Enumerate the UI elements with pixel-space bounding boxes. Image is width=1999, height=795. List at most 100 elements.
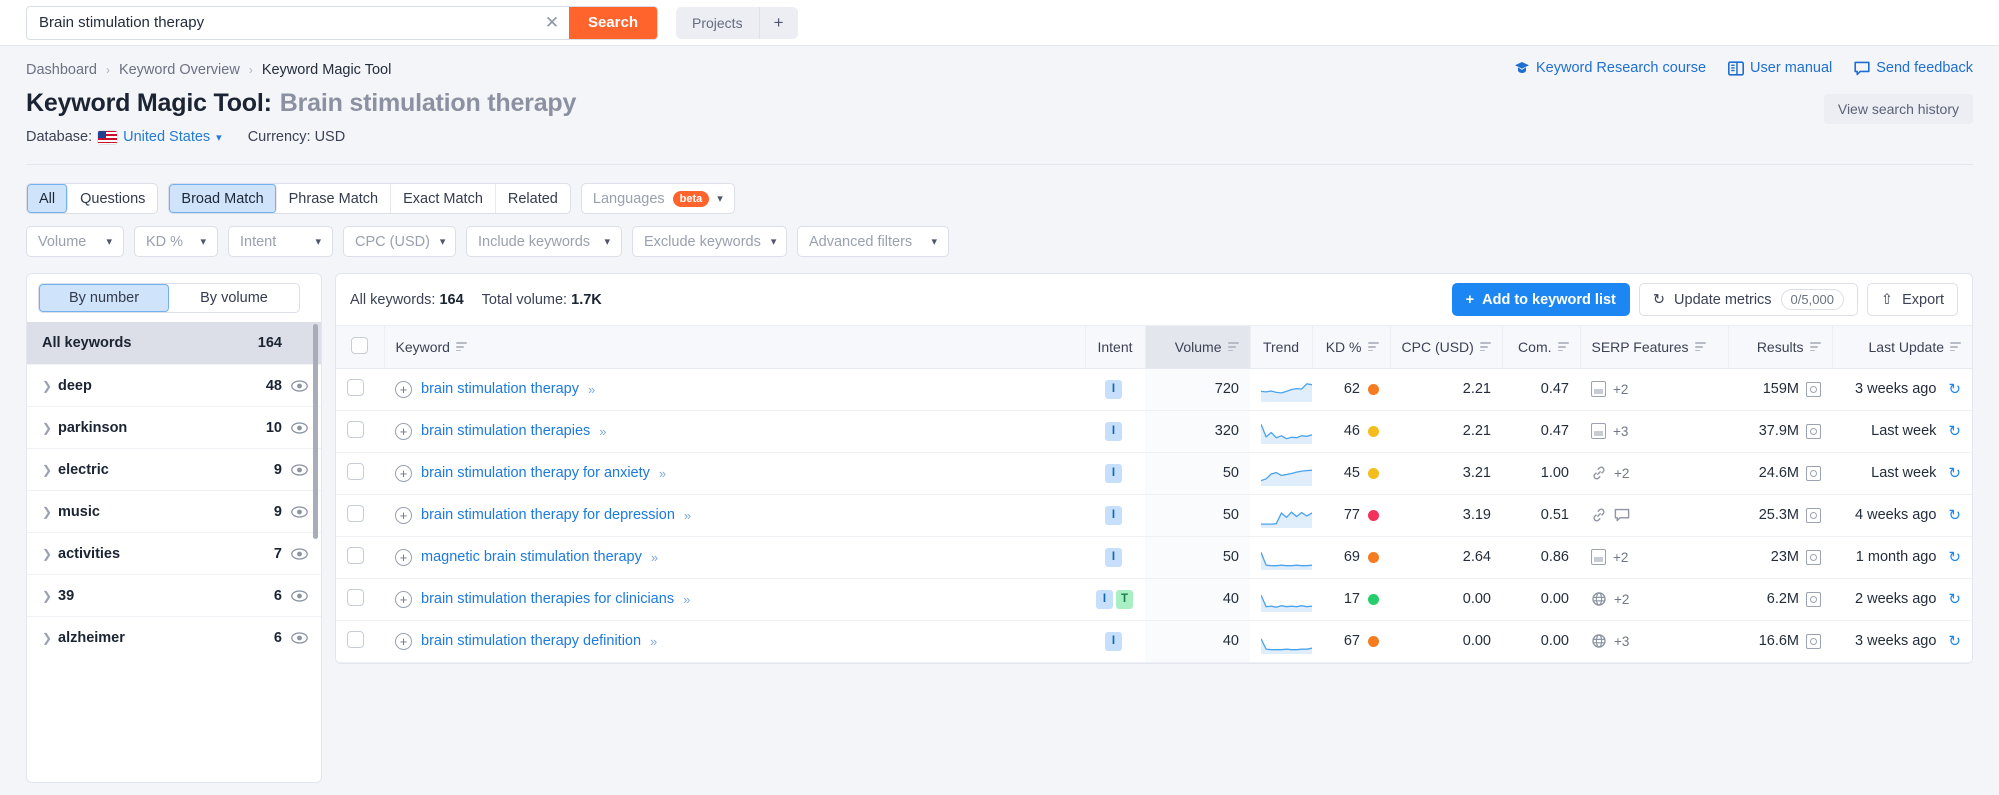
sort-icon[interactable] [1694, 340, 1706, 354]
database-value[interactable]: United States [123, 129, 210, 145]
projects-button[interactable]: Projects [676, 6, 760, 39]
eye-icon[interactable] [291, 419, 308, 436]
row-checkbox[interactable] [347, 588, 364, 606]
search-button[interactable]: Search [568, 6, 657, 39]
search-input[interactable] [27, 6, 535, 39]
sort-icon[interactable] [1809, 340, 1821, 354]
export-button[interactable]: ⇧ Export [1866, 283, 1958, 316]
select-all-checkbox[interactable] [351, 336, 369, 354]
tab-phrase-match[interactable]: Phrase Match [277, 184, 392, 213]
keyword-link[interactable]: brain stimulation therapy definition [421, 633, 641, 649]
expand-keyword-icon[interactable]: » [651, 550, 658, 565]
column-header-cpc[interactable]: CPC (USD) [1390, 326, 1503, 369]
eye-icon[interactable] [291, 545, 308, 562]
row-checkbox[interactable] [347, 378, 364, 396]
eye-icon[interactable] [291, 503, 308, 520]
row-checkbox[interactable] [347, 420, 364, 438]
eye-icon[interactable] [291, 461, 308, 478]
toggle-by-volume[interactable]: By volume [169, 284, 299, 312]
eye-icon[interactable] [291, 377, 308, 394]
table-row[interactable]: + brain stimulation therapies » I 320 46 2.21 0… [336, 410, 1972, 453]
database-selector[interactable]: Database: United States ▾ [26, 129, 222, 145]
table-row[interactable]: + magnetic brain stimulation therapy » I 50 6… [336, 536, 1972, 579]
column-header-volume[interactable]: Volume [1145, 326, 1251, 369]
refresh-icon[interactable]: ↻ [1948, 506, 1961, 524]
filter-intent[interactable]: Intent ▾ [228, 226, 333, 257]
refresh-icon[interactable]: ↻ [1948, 422, 1961, 440]
sort-icon[interactable] [455, 340, 467, 354]
sort-icon[interactable] [1950, 340, 1961, 354]
row-checkbox[interactable] [347, 462, 364, 480]
sidebar-scrollbar[interactable] [313, 324, 318, 539]
expand-keyword-icon[interactable]: » [659, 466, 666, 481]
add-keyword-icon[interactable]: + [395, 380, 412, 398]
table-row[interactable]: + brain stimulation therapy » I 720 62 2.21 0.4… [336, 368, 1972, 411]
keyword-link[interactable]: magnetic brain stimulation therapy [421, 549, 642, 565]
view-serp-icon[interactable] [1806, 423, 1821, 439]
languages-dropdown[interactable]: Languages beta ▾ [580, 183, 735, 214]
view-serp-icon[interactable] [1806, 591, 1821, 607]
filter-advanced[interactable]: Advanced filters ▾ [797, 226, 949, 257]
table-row[interactable]: + brain stimulation therapy for anxiety » I… [336, 452, 1972, 495]
eye-icon[interactable] [291, 629, 308, 646]
expand-keyword-icon[interactable]: » [599, 424, 606, 439]
breadcrumb-item-dashboard[interactable]: Dashboard [26, 62, 97, 78]
filter-volume[interactable]: Volume ▾ [26, 226, 124, 257]
clear-search-icon[interactable]: ✕ [535, 7, 569, 39]
tab-broad-match[interactable]: Broad Match [169, 184, 277, 213]
sidebar-item-electric[interactable]: ❯ electric 9 [27, 448, 321, 490]
refresh-icon[interactable]: ↻ [1948, 632, 1961, 650]
sidebar-item-39[interactable]: ❯ 39 6 [27, 574, 321, 616]
tab-all[interactable]: All [27, 184, 69, 213]
expand-keyword-icon[interactable]: » [650, 634, 657, 649]
view-serp-icon[interactable] [1806, 465, 1821, 481]
user-manual-link[interactable]: User manual [1728, 60, 1832, 76]
tab-questions[interactable]: Questions [68, 184, 157, 213]
table-row[interactable]: + brain stimulation therapy for depressio… [336, 494, 1972, 537]
toggle-by-number[interactable]: By number [39, 284, 169, 312]
view-serp-icon[interactable] [1806, 633, 1821, 649]
keyword-link[interactable]: brain stimulation therapies [421, 423, 590, 439]
add-keyword-icon[interactable]: + [395, 422, 412, 440]
keyword-research-course-link[interactable]: Keyword Research course [1514, 60, 1706, 76]
refresh-icon[interactable]: ↻ [1948, 464, 1961, 482]
column-header-results[interactable]: Results [1728, 326, 1833, 369]
keyword-link[interactable]: brain stimulation therapy for depression [421, 507, 675, 523]
sort-icon[interactable] [1227, 340, 1239, 354]
refresh-icon[interactable]: ↻ [1948, 548, 1961, 566]
expand-keyword-icon[interactable]: » [683, 592, 690, 607]
add-keyword-icon[interactable]: + [395, 548, 412, 566]
sidebar-item-parkinson[interactable]: ❯ parkinson 10 [27, 406, 321, 448]
refresh-icon[interactable]: ↻ [1948, 380, 1961, 398]
keyword-link[interactable]: brain stimulation therapies for clinicia… [421, 591, 674, 607]
tab-exact-match[interactable]: Exact Match [391, 184, 496, 213]
sidebar-item-alzheimer[interactable]: ❯ alzheimer 6 [27, 616, 321, 658]
send-feedback-link[interactable]: Send feedback [1854, 60, 1973, 76]
keyword-link[interactable]: brain stimulation therapy [421, 381, 579, 397]
add-keyword-icon[interactable]: + [395, 590, 412, 608]
refresh-icon[interactable]: ↻ [1948, 590, 1961, 608]
add-to-keyword-list-button[interactable]: + Add to keyword list [1451, 283, 1630, 316]
sidebar-item-all-keywords[interactable]: All keywords 164 [27, 322, 321, 364]
filter-kd[interactable]: KD % ▾ [134, 226, 218, 257]
sort-icon[interactable] [1367, 340, 1379, 354]
view-serp-icon[interactable] [1806, 381, 1821, 397]
eye-icon[interactable] [291, 587, 308, 604]
expand-keyword-icon[interactable]: » [684, 508, 691, 523]
filter-include-keywords[interactable]: Include keywords ▾ [466, 226, 622, 257]
sidebar-item-deep[interactable]: ❯ deep 48 [27, 364, 321, 406]
row-checkbox[interactable] [347, 504, 364, 522]
row-checkbox[interactable] [347, 546, 364, 564]
view-search-history-button[interactable]: View search history [1823, 94, 1973, 124]
column-header-serp-features[interactable]: SERP Features [1580, 326, 1729, 369]
sort-icon[interactable] [1479, 340, 1491, 354]
sort-icon[interactable] [1557, 340, 1569, 354]
add-keyword-icon[interactable]: + [395, 632, 412, 650]
table-row[interactable]: + brain stimulation therapies for clinici… [336, 578, 1972, 621]
table-row[interactable]: + brain stimulation therapy definition » I 4… [336, 620, 1972, 663]
add-keyword-icon[interactable]: + [395, 506, 412, 524]
column-header-last-update[interactable]: Last Update [1832, 326, 1972, 369]
view-serp-icon[interactable] [1806, 507, 1821, 523]
sidebar-item-music[interactable]: ❯ music 9 [27, 490, 321, 532]
sidebar-item-activities[interactable]: ❯ activities 7 [27, 532, 321, 574]
